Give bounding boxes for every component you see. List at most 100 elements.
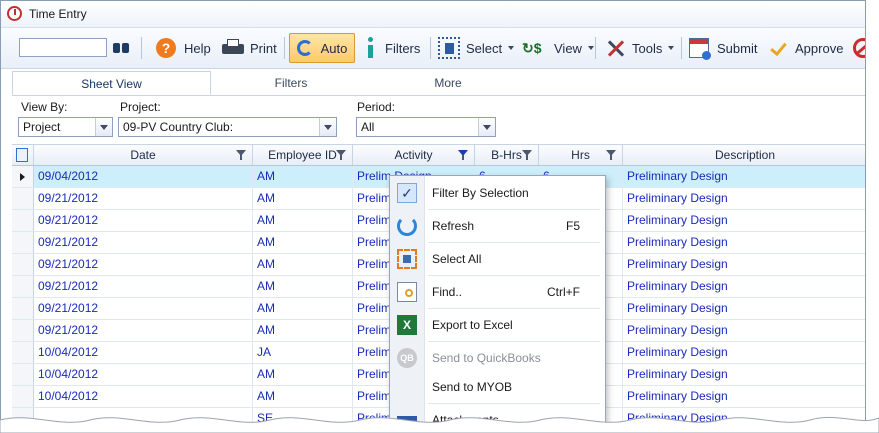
- select-button[interactable]: Select: [438, 34, 515, 62]
- row-selector[interactable]: [12, 166, 34, 187]
- view-button[interactable]: ↻$ View: [522, 34, 594, 62]
- row-selector[interactable]: [12, 320, 34, 341]
- tab-more[interactable]: More: [370, 71, 526, 94]
- filter-icon[interactable]: [336, 150, 346, 160]
- grid-cell-emp[interactable]: AM: [253, 298, 353, 319]
- column-header-employee-id[interactable]: Employee ID: [253, 145, 353, 165]
- column-chooser-button[interactable]: [12, 145, 34, 165]
- row-selector[interactable]: [12, 342, 34, 363]
- grid-cell-date[interactable]: 09/21/2012: [34, 276, 253, 297]
- grid-cell-emp[interactable]: AM: [253, 276, 353, 297]
- column-header-date[interactable]: Date: [34, 145, 253, 165]
- filter-icon[interactable]: [606, 150, 616, 160]
- tab-sheet-view[interactable]: Sheet View: [12, 71, 211, 95]
- grid-cell-desc[interactable]: Preliminary Design: [623, 364, 865, 385]
- print-button[interactable]: Print: [222, 34, 277, 62]
- grid-cell-desc[interactable]: Preliminary Design: [623, 188, 865, 209]
- period-select[interactable]: All: [356, 117, 496, 137]
- grid-cell-date[interactable]: 10/04/2012: [34, 342, 253, 363]
- chevron-down-icon[interactable]: [478, 118, 495, 136]
- row-selector[interactable]: [12, 188, 34, 209]
- grid-cell-desc[interactable]: Preliminary Design: [623, 254, 865, 275]
- grid-cell-desc[interactable]: Preliminary Design: [623, 232, 865, 253]
- grid-cell-date[interactable]: 09/21/2012: [34, 232, 253, 253]
- view-label: View: [554, 40, 582, 56]
- filters-button[interactable]: Filters: [365, 34, 420, 62]
- filter-icon[interactable]: [236, 150, 246, 160]
- tab-filters[interactable]: Filters: [212, 71, 370, 94]
- grid-cell-emp[interactable]: AM: [253, 188, 353, 209]
- binoculars-icon[interactable]: [113, 40, 129, 54]
- grid-cell-desc[interactable]: Preliminary Design: [623, 298, 865, 319]
- deny-button[interactable]: [853, 34, 865, 62]
- grid-cell-desc[interactable]: Preliminary Design: [623, 166, 865, 187]
- approve-button[interactable]: Approve: [769, 34, 843, 62]
- grid-cell-emp[interactable]: JA: [253, 342, 353, 363]
- grid-cell-date[interactable]: 09/21/2012: [34, 298, 253, 319]
- grid-cell-emp[interactable]: AM: [253, 386, 353, 407]
- menu-item-send-to-myob[interactable]: Send to MYOB: [390, 372, 605, 402]
- column-header-activity[interactable]: Activity: [353, 145, 475, 165]
- grid-cell-desc[interactable]: Preliminary Design: [623, 320, 865, 341]
- menu-separator: [428, 341, 600, 342]
- view-by-select[interactable]: Project: [18, 117, 113, 137]
- menu-item-export-to-excel[interactable]: X Export to Excel: [390, 310, 605, 340]
- grid-cell-emp[interactable]: AM: [253, 232, 353, 253]
- menu-separator: [428, 308, 600, 309]
- toolbar-separator: [430, 37, 431, 59]
- menu-item-send-to-quickbooks: QB Send to QuickBooks: [390, 343, 605, 373]
- project-select[interactable]: 09-PV Country Club:: [118, 117, 337, 137]
- filter-active-icon[interactable]: [458, 150, 468, 160]
- row-selector[interactable]: [12, 298, 34, 319]
- grid-cell-date[interactable]: 09/21/2012: [34, 210, 253, 231]
- search-input[interactable]: [19, 38, 107, 57]
- grid-cell-desc[interactable]: Preliminary Design: [623, 386, 865, 407]
- auto-button[interactable]: Auto: [289, 33, 355, 63]
- grid-cell-date[interactable]: 10/04/2012: [34, 364, 253, 385]
- submit-button[interactable]: Submit: [689, 34, 757, 62]
- row-selector[interactable]: [12, 386, 34, 407]
- view-dollar-icon: ↻$: [522, 40, 542, 56]
- grid-cell-date[interactable]: 10/04/2012: [34, 386, 253, 407]
- menu-separator: [428, 275, 600, 276]
- grid-cell-desc[interactable]: Preliminary Design: [623, 342, 865, 363]
- grid-cell-date[interactable]: 09/04/2012: [34, 166, 253, 187]
- row-selector[interactable]: [12, 276, 34, 297]
- grid-cell-date[interactable]: 09/21/2012: [34, 188, 253, 209]
- menu-item-find[interactable]: Find.. Ctrl+F: [390, 277, 605, 307]
- tools-button[interactable]: Tools: [604, 34, 675, 62]
- menu-separator: [428, 403, 600, 404]
- column-header-description[interactable]: Description: [623, 145, 865, 165]
- check-icon: ✓: [397, 183, 417, 203]
- grid-cell-date[interactable]: 09/21/2012: [34, 254, 253, 275]
- menu-item-filter-by-selection[interactable]: ✓ Filter By Selection: [390, 178, 605, 208]
- find-icon: [397, 282, 417, 302]
- row-selector[interactable]: [12, 210, 34, 231]
- grid-cell-emp[interactable]: AM: [253, 364, 353, 385]
- view-by-value: Project: [23, 120, 61, 134]
- grid-cell-desc[interactable]: Preliminary Design: [623, 276, 865, 297]
- chevron-down-icon[interactable]: [95, 118, 112, 136]
- filter-icon[interactable]: [522, 150, 532, 160]
- column-header-hrs[interactable]: Hrs: [539, 145, 623, 165]
- row-selector[interactable]: [12, 254, 34, 275]
- row-selector[interactable]: [12, 364, 34, 385]
- menu-item-refresh[interactable]: Refresh F5: [390, 211, 605, 241]
- grid-cell-emp[interactable]: AM: [253, 210, 353, 231]
- help-button[interactable]: ? Help: [156, 34, 211, 62]
- grid-cell-emp[interactable]: AM: [253, 320, 353, 341]
- document-icon: [16, 148, 28, 162]
- chevron-down-icon[interactable]: [319, 118, 336, 136]
- excel-icon: X: [397, 315, 417, 335]
- window-title: Time Entry: [29, 7, 87, 21]
- column-header-b-hrs[interactable]: B-Hrs: [475, 145, 539, 165]
- grid-cell-emp[interactable]: AM: [253, 254, 353, 275]
- submit-label: Submit: [717, 40, 758, 56]
- grid-cell-date[interactable]: 09/21/2012: [34, 320, 253, 341]
- info-icon: [365, 37, 375, 59]
- grid-cell-desc[interactable]: Preliminary Design: [623, 210, 865, 231]
- menu-item-select-all[interactable]: Select All: [390, 244, 605, 274]
- calendar-submit-icon: [689, 38, 711, 60]
- row-selector[interactable]: [12, 232, 34, 253]
- grid-cell-emp[interactable]: AM: [253, 166, 353, 187]
